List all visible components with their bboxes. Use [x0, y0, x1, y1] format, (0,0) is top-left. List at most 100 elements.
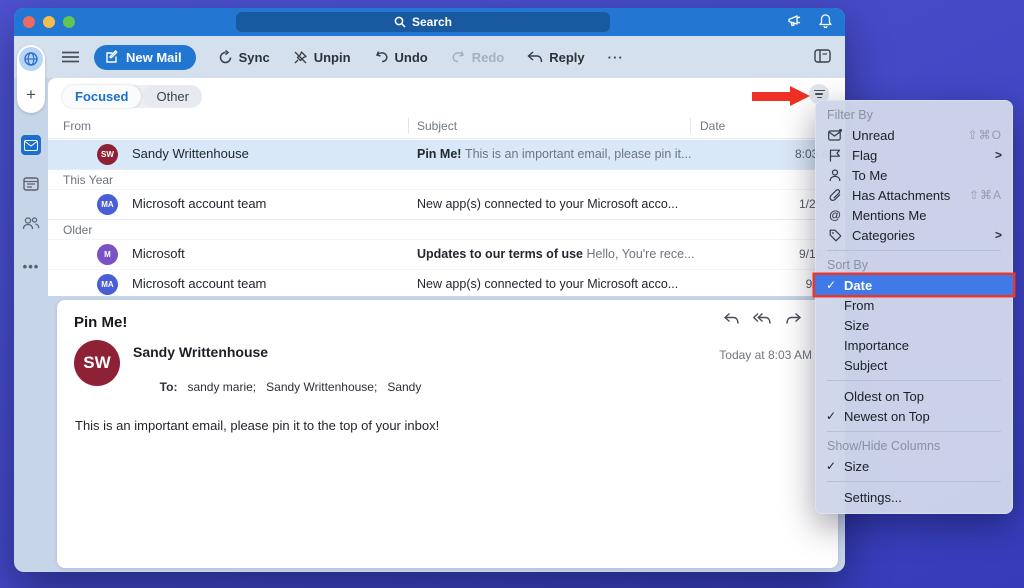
sidebar-item-people[interactable]: [21, 213, 41, 233]
list-column-headers: From Subject Date: [48, 114, 845, 139]
menu-item-oldest-on-top[interactable]: Oldest on Top: [815, 386, 1013, 406]
tab-focused[interactable]: Focused: [62, 85, 141, 108]
group-header-older: Older: [48, 219, 845, 240]
search-icon: [394, 16, 406, 28]
column-header-from[interactable]: From: [63, 119, 91, 133]
close-window-button[interactable]: [23, 16, 35, 28]
minimize-window-button[interactable]: [43, 16, 55, 28]
calendar-icon: [23, 176, 39, 191]
message-body: This is an important email, please pin i…: [75, 418, 439, 433]
email-from: Microsoft account team: [132, 276, 266, 291]
checkmark-icon: ✓: [826, 459, 840, 473]
recipients: sandy marie; Sandy Writtenhouse; Sandy: [187, 380, 421, 394]
window-controls: [23, 16, 75, 28]
menu-item-sort-subject[interactable]: Subject: [815, 355, 1013, 375]
titlebar: Search: [14, 8, 845, 36]
sidebar-more-apps-button[interactable]: •••: [21, 256, 41, 276]
group-header-this-year: This Year: [48, 169, 845, 190]
menu-item-sort-from[interactable]: From: [815, 295, 1013, 315]
annotation-arrow: [752, 86, 810, 106]
email-row[interactable]: MA Microsoft account team New app(s) con…: [48, 269, 845, 296]
account-avatar[interactable]: [19, 47, 43, 71]
filter-sort-menu: Filter By Unread ⇧⌘O Flag > To Me Has At…: [815, 100, 1013, 514]
sync-icon: [218, 50, 233, 65]
email-subject: New app(s) connected to your Microsoft a…: [417, 277, 755, 291]
menu-section-filter-by: Filter By: [815, 106, 1013, 125]
menu-item-sort-importance[interactable]: Importance: [815, 335, 1013, 355]
submenu-chevron-icon: >: [995, 148, 1002, 162]
menu-item-mentions-me[interactable]: @ Mentions Me: [815, 205, 1013, 225]
megaphone-icon[interactable]: [787, 13, 804, 29]
reply-all-icon[interactable]: [753, 312, 772, 326]
undo-label: Undo: [395, 50, 428, 65]
reply-message-icon[interactable]: [723, 312, 740, 326]
search-placeholder: Search: [412, 15, 452, 29]
menu-separator: [827, 481, 1001, 482]
unpin-button[interactable]: Unpin: [293, 50, 351, 65]
reply-button[interactable]: Reply: [527, 50, 584, 65]
reading-pane-toggle-icon[interactable]: [814, 49, 831, 66]
email-from: Microsoft account team: [132, 196, 266, 211]
menu-item-newest-on-top[interactable]: ✓ Newest on Top: [815, 406, 1013, 426]
shortcut-label: ⇧⌘A: [969, 188, 1002, 202]
sync-label: Sync: [239, 50, 270, 65]
globe-icon: [23, 51, 39, 67]
people-icon: [22, 216, 40, 230]
new-mail-label: New Mail: [126, 50, 182, 65]
reply-label: Reply: [549, 50, 584, 65]
menu-section-sort-by: Sort By: [815, 256, 1013, 275]
menu-item-unread[interactable]: Unread ⇧⌘O: [815, 125, 1013, 145]
person-icon: [826, 169, 844, 182]
tab-other[interactable]: Other: [143, 85, 202, 108]
mail-icon: [24, 140, 38, 151]
paperclip-icon: [826, 189, 844, 202]
zoom-window-button[interactable]: [63, 16, 75, 28]
menu-item-flag[interactable]: Flag >: [815, 145, 1013, 165]
more-actions-button[interactable]: ···: [608, 50, 624, 65]
email-subject: Pin Me! This is an important email, plea…: [417, 147, 755, 161]
notifications-bell-icon[interactable]: [818, 13, 833, 29]
add-account-button[interactable]: +: [19, 83, 43, 107]
menu-item-has-attachments[interactable]: Has Attachments ⇧⌘A: [815, 185, 1013, 205]
email-row[interactable]: M Microsoft Updates to our terms of use …: [48, 240, 845, 269]
menu-item-sort-size[interactable]: Size: [815, 315, 1013, 335]
hamburger-menu-icon[interactable]: [62, 51, 79, 63]
undo-button[interactable]: Undo: [374, 50, 428, 65]
column-header-subject[interactable]: Subject: [417, 119, 457, 133]
new-mail-button[interactable]: New Mail: [94, 45, 196, 70]
sync-button[interactable]: Sync: [218, 50, 270, 65]
app-rail: + •••: [14, 36, 48, 572]
sidebar-item-calendar[interactable]: [21, 173, 41, 193]
forward-icon[interactable]: [785, 312, 802, 326]
message-timestamp: Today at 8:03 AM: [719, 348, 812, 362]
menu-item-column-size[interactable]: ✓ Size: [815, 456, 1013, 476]
menu-item-categories[interactable]: Categories >: [815, 225, 1013, 245]
unread-envelope-icon: [826, 129, 844, 141]
menu-item-sort-date[interactable]: ✓ Date: [815, 275, 1013, 295]
redo-label: Redo: [472, 50, 505, 65]
at-mention-icon: @: [826, 208, 844, 222]
avatar: MA: [97, 274, 118, 295]
recipients-line: To: sandy marie; Sandy Writtenhouse; Sand…: [133, 366, 421, 408]
email-from: Microsoft: [132, 246, 185, 261]
search-input[interactable]: Search: [236, 12, 610, 32]
avatar: M: [97, 244, 118, 265]
menu-separator: [827, 380, 1001, 381]
redo-button[interactable]: Redo: [451, 50, 505, 65]
outlook-window: Search New Mail: [14, 8, 845, 572]
menu-item-settings[interactable]: Settings...: [815, 487, 1013, 507]
checkmark-icon: ✓: [826, 409, 840, 423]
sidebar-item-mail[interactable]: [21, 135, 41, 155]
email-subject: New app(s) connected to your Microsoft a…: [417, 197, 755, 211]
tag-icon: [826, 229, 844, 242]
reading-pane: Pin Me! SW Sandy Writtenhouse: [57, 300, 838, 568]
email-row[interactable]: MA Microsoft account team New app(s) con…: [48, 190, 845, 219]
inbox-tabs: Focused Other: [62, 85, 202, 108]
avatar: MA: [97, 194, 118, 215]
to-label: To:: [160, 380, 178, 394]
column-header-date[interactable]: Date: [700, 119, 725, 133]
menu-item-to-me[interactable]: To Me: [815, 165, 1013, 185]
menu-separator: [827, 250, 1001, 251]
avatar: SW: [97, 144, 118, 165]
email-row-pinned[interactable]: SW Sandy Writtenhouse Pin Me! This is an…: [48, 140, 845, 169]
